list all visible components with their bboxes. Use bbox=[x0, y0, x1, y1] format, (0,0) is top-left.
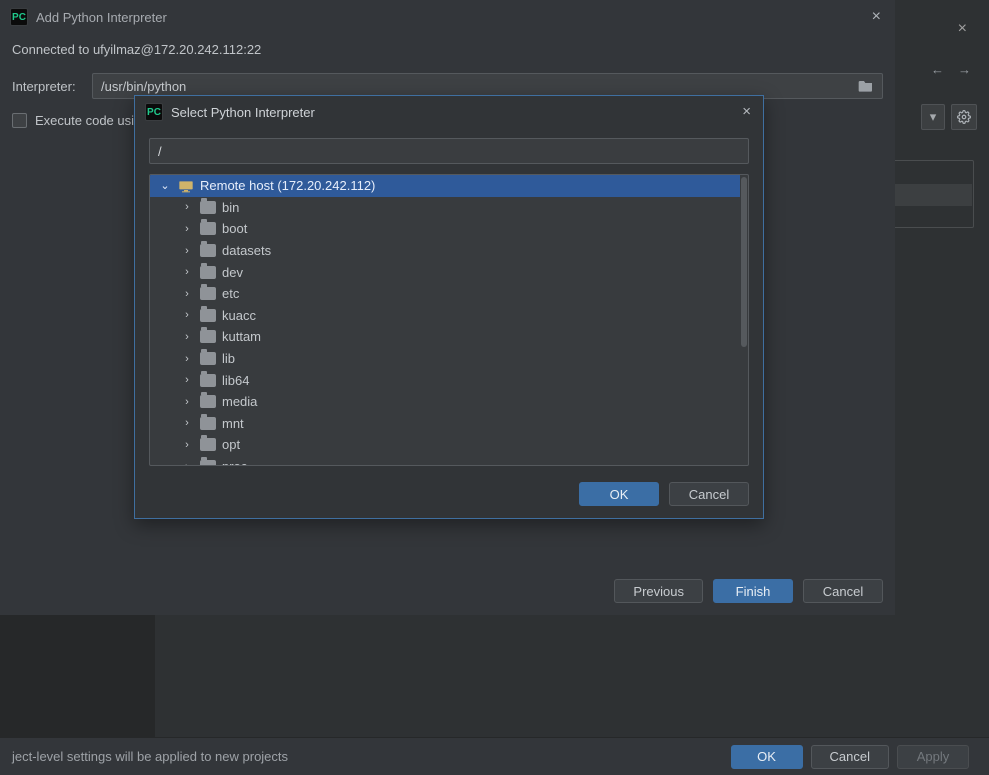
tree-root-remote-host[interactable]: ⌄ Remote host (172.20.242.112) bbox=[150, 175, 740, 197]
tree-folder-label: opt bbox=[222, 437, 240, 452]
tree-folder-etc[interactable]: › etc bbox=[150, 283, 740, 305]
path-value: / bbox=[158, 144, 162, 159]
close-icon[interactable]: × bbox=[742, 103, 751, 120]
tree-folder-lib[interactable]: › lib bbox=[150, 348, 740, 370]
finish-button[interactable]: Finish bbox=[713, 579, 793, 603]
tree-folder-label: proc bbox=[222, 459, 247, 465]
interpreter-path-value: /usr/bin/python bbox=[101, 79, 186, 94]
settings-apply-button[interactable]: Apply bbox=[897, 745, 969, 769]
tree-folder-datasets[interactable]: › datasets bbox=[150, 240, 740, 262]
tree-folder-label: kuttam bbox=[222, 329, 261, 344]
back-arrow-icon[interactable]: ← bbox=[931, 62, 944, 77]
settings-ok-button[interactable]: OK bbox=[731, 745, 803, 769]
tree-folder-label: etc bbox=[222, 286, 239, 301]
tree-folder-label: lib64 bbox=[222, 373, 249, 388]
tree-root-label: Remote host (172.20.242.112) bbox=[200, 178, 375, 193]
gear-icon bbox=[957, 110, 971, 124]
scrollbar[interactable] bbox=[741, 177, 747, 347]
chevron-right-icon: › bbox=[180, 266, 194, 278]
close-icon[interactable]: × bbox=[872, 8, 881, 26]
dialog-title: Add Python Interpreter bbox=[36, 10, 167, 25]
folder-icon bbox=[200, 201, 216, 214]
execute-checkbox[interactable] bbox=[12, 113, 27, 128]
bg-top-controls: ▾ bbox=[921, 104, 977, 130]
tree-folder-dev[interactable]: › dev bbox=[150, 261, 740, 283]
chevron-right-icon: › bbox=[180, 288, 194, 300]
chevron-down-icon: ▾ bbox=[930, 109, 937, 125]
path-input[interactable]: / bbox=[149, 138, 749, 164]
bg-sidebar bbox=[0, 614, 155, 737]
folder-icon bbox=[200, 417, 216, 430]
chevron-right-icon: › bbox=[180, 353, 194, 365]
nav-arrows: ← → bbox=[931, 62, 971, 77]
folder-icon bbox=[200, 287, 216, 300]
tree-folder-label: boot bbox=[222, 221, 247, 236]
chevron-right-icon: › bbox=[180, 374, 194, 386]
cancel-button[interactable]: Cancel bbox=[669, 482, 749, 506]
folder-icon bbox=[200, 374, 216, 387]
tree-folder-label: datasets bbox=[222, 243, 271, 258]
previous-button[interactable]: Previous bbox=[614, 579, 703, 603]
chevron-right-icon: › bbox=[180, 417, 194, 429]
tree-folder-label: lib bbox=[222, 351, 235, 366]
tree-folder-proc[interactable]: › proc bbox=[150, 456, 740, 465]
chevron-right-icon: › bbox=[180, 461, 194, 465]
settings-cancel-button[interactable]: Cancel bbox=[811, 745, 889, 769]
tree-folder-label: kuacc bbox=[222, 308, 256, 323]
cancel-button[interactable]: Cancel bbox=[803, 579, 883, 603]
folder-icon bbox=[200, 266, 216, 279]
tree-folder-boot[interactable]: › boot bbox=[150, 218, 740, 240]
select-interpreter-dialog: PC Select Python Interpreter × / ⌄ Remote… bbox=[134, 95, 764, 519]
pycharm-icon: PC bbox=[10, 8, 28, 26]
tree-folder-label: mnt bbox=[222, 416, 244, 431]
chevron-right-icon: › bbox=[180, 245, 194, 257]
folder-icon bbox=[200, 309, 216, 322]
folder-icon bbox=[200, 460, 216, 465]
execute-code-label: Execute code usi bbox=[35, 113, 134, 128]
ok-button[interactable]: OK bbox=[579, 482, 659, 506]
tree-folder-label: bin bbox=[222, 200, 239, 215]
folder-icon bbox=[200, 438, 216, 451]
chevron-down-icon: ⌄ bbox=[158, 179, 172, 192]
remote-host-icon bbox=[178, 179, 194, 193]
folder-icon bbox=[200, 244, 216, 257]
tree-folder-label: media bbox=[222, 394, 257, 409]
tree-scroll-area[interactable]: ⌄ Remote host (172.20.242.112) › bin › boot › d… bbox=[150, 175, 740, 465]
chevron-right-icon: › bbox=[180, 201, 194, 213]
tree-folder-mnt[interactable]: › mnt bbox=[150, 413, 740, 435]
chevron-right-icon: › bbox=[180, 331, 194, 343]
footer-message: ject-level settings will be applied to n… bbox=[12, 749, 731, 764]
browse-folder-icon[interactable] bbox=[858, 78, 874, 95]
settings-gear-button[interactable] bbox=[951, 104, 977, 130]
interpreter-label: Interpreter: bbox=[12, 79, 82, 94]
chevron-right-icon: › bbox=[180, 439, 194, 451]
tree-folder-kuacc[interactable]: › kuacc bbox=[150, 305, 740, 327]
folder-icon bbox=[200, 395, 216, 408]
inner-dialog-titlebar: PC Select Python Interpreter × bbox=[135, 96, 763, 128]
folder-icon bbox=[200, 330, 216, 343]
dialog-footer-buttons: Previous Finish Cancel bbox=[614, 579, 883, 603]
forward-arrow-icon[interactable]: → bbox=[958, 62, 971, 77]
chevron-right-icon: › bbox=[180, 223, 194, 235]
file-tree: ⌄ Remote host (172.20.242.112) › bin › boot › d… bbox=[149, 174, 749, 466]
tree-folder-opt[interactable]: › opt bbox=[150, 434, 740, 456]
tree-folder-label: dev bbox=[222, 265, 243, 280]
settings-footer-bar: ject-level settings will be applied to n… bbox=[0, 737, 989, 775]
tree-folder-lib64[interactable]: › lib64 bbox=[150, 369, 740, 391]
connection-status: Connected to ufyilmaz@172.20.242.112:22 bbox=[12, 42, 883, 57]
tree-folder-media[interactable]: › media bbox=[150, 391, 740, 413]
folder-icon bbox=[200, 352, 216, 365]
inner-dialog-title: Select Python Interpreter bbox=[171, 105, 315, 120]
footer-buttons: OK Cancel Apply bbox=[731, 745, 969, 769]
pycharm-icon: PC bbox=[145, 103, 163, 121]
tree-folder-bin[interactable]: › bin bbox=[150, 197, 740, 219]
chevron-right-icon: › bbox=[180, 309, 194, 321]
inner-footer-buttons: OK Cancel bbox=[579, 482, 749, 506]
bg-close-icon[interactable]: × bbox=[958, 20, 967, 38]
chevron-right-icon: › bbox=[180, 396, 194, 408]
dialog-titlebar: PC Add Python Interpreter × bbox=[0, 0, 895, 34]
tree-folder-kuttam[interactable]: › kuttam bbox=[150, 326, 740, 348]
folder-icon bbox=[200, 222, 216, 235]
dropdown-button[interactable]: ▾ bbox=[921, 104, 945, 130]
